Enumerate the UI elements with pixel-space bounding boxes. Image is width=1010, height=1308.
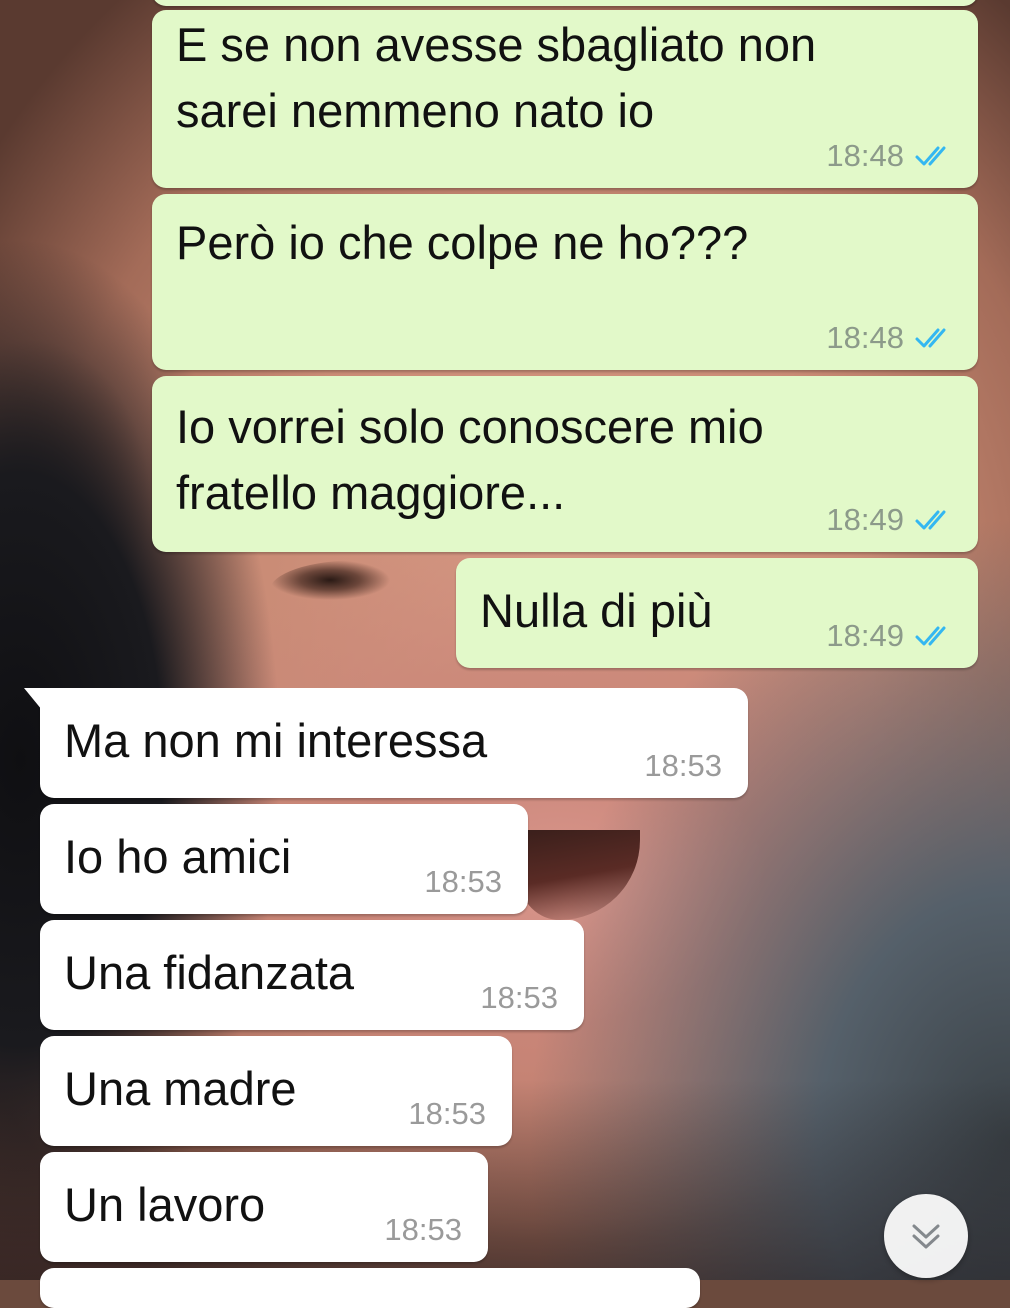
message-meta: 18:53 — [644, 748, 722, 784]
message-text: Nulla di più — [480, 584, 713, 637]
incoming-message[interactable]: Una madre 18:53 — [40, 1036, 512, 1146]
message-text: E se non avesse sbagliato non sarei nemm… — [176, 18, 817, 137]
double-check-icon — [915, 510, 946, 530]
outgoing-message[interactable]: Però io che colpe ne ho??? 18:48 — [152, 194, 978, 370]
chat-thread[interactable]: E se non avesse sbagliato non sarei nemm… — [0, 0, 1010, 1308]
double-check-icon — [915, 626, 946, 646]
scroll-to-bottom-button[interactable] — [884, 1194, 968, 1278]
message-time: 18:53 — [408, 1096, 486, 1131]
message-meta: 18:53 — [480, 980, 558, 1016]
double-check-icon — [915, 146, 946, 166]
message-text: Un lavoro — [64, 1178, 266, 1231]
message-meta: 18:53 — [408, 1096, 486, 1132]
incoming-message[interactable]: Ma non mi interessa 18:53 — [24, 688, 748, 798]
message-time: 18:49 — [826, 502, 904, 537]
message-time: 18:53 — [480, 980, 558, 1015]
outgoing-message[interactable]: Nulla di più 18:49 — [456, 558, 978, 668]
message-time: 18:48 — [826, 138, 904, 173]
outgoing-message[interactable]: Io vorrei solo conoscere mio fratello ma… — [152, 376, 978, 552]
message-text: Una fidanzata — [64, 946, 355, 999]
message-time: 18:53 — [384, 1212, 462, 1247]
bubble-tail — [24, 688, 42, 710]
message-time: 18:49 — [826, 618, 904, 653]
message-text: Però io che colpe ne ho??? — [176, 216, 749, 269]
message-meta: 18:53 — [424, 864, 502, 900]
message-meta: 18:48 — [826, 320, 954, 356]
incoming-message[interactable]: Un lavoro 18:53 — [40, 1152, 488, 1262]
chevrons-down-icon — [912, 1224, 940, 1249]
message-meta: 18:49 — [826, 502, 954, 538]
message-text: Ma non mi interessa — [64, 714, 488, 767]
message-text: Io vorrei solo conoscere mio fratello ma… — [176, 400, 764, 519]
message-meta: 18:48 — [826, 138, 954, 174]
incoming-message[interactable]: Io ho amici 18:53 — [40, 804, 528, 914]
message-text: Io ho amici — [64, 830, 292, 883]
double-check-icon — [915, 328, 946, 348]
message-text: Una madre — [64, 1062, 297, 1115]
incoming-message[interactable]: Una fidanzata 18:53 — [40, 920, 584, 1030]
outgoing-message[interactable]: E se non avesse sbagliato non sarei nemm… — [152, 10, 978, 188]
message-time: 18:53 — [644, 748, 722, 783]
message-bubble-partial[interactable] — [40, 1268, 700, 1308]
message-time: 18:48 — [826, 320, 904, 355]
message-time: 18:53 — [424, 864, 502, 899]
message-meta: 18:49 — [826, 618, 954, 654]
message-meta: 18:53 — [384, 1212, 462, 1248]
message-bubble-partial[interactable] — [152, 0, 978, 6]
